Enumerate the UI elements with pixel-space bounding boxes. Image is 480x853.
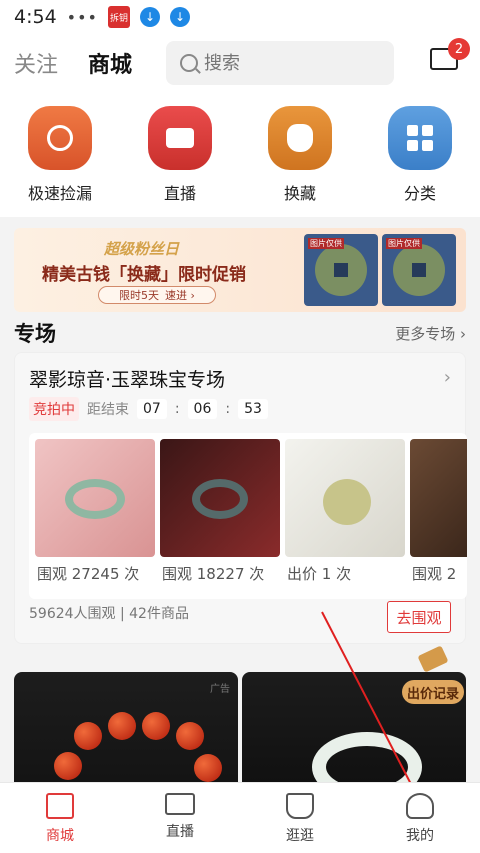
coin-image-2: 图片仅供 xyxy=(382,234,456,306)
tab-bar-label: 我的 xyxy=(406,828,434,844)
section-header: 专场 更多专场 › xyxy=(14,318,466,348)
countdown-seconds: 53 xyxy=(238,399,268,419)
ad-label: 广告 xyxy=(210,684,230,695)
video-camera-icon xyxy=(165,793,195,815)
tab-bar-live[interactable]: 直播 xyxy=(120,783,240,853)
product-tile-beads[interactable]: 广告 xyxy=(14,672,238,782)
item-thumb-pendant[interactable]: 出价 1 次 xyxy=(285,439,405,583)
status-time: 4:54 xyxy=(14,6,57,28)
special-card[interactable]: 翠影琼音·玉翠珠宝专场 › 竞拍中 距结束 07 : 06 : 53 围观 27… xyxy=(14,352,467,644)
item-thumb-carving[interactable]: 围观 2 xyxy=(410,439,467,583)
stopwatch-icon xyxy=(28,106,92,170)
grid-icon xyxy=(388,106,452,170)
category-label: 换藏 xyxy=(283,184,316,203)
watch-button[interactable]: 去围观 xyxy=(387,601,451,633)
bid-record-label: 出价记录 xyxy=(402,680,464,704)
category-label: 极速捡漏 xyxy=(27,184,92,203)
message-badge: 2 xyxy=(448,38,470,60)
money-bag-icon xyxy=(268,106,332,170)
tab-bar-label: 逛逛 xyxy=(286,828,314,844)
message-button[interactable]: 2 xyxy=(430,38,470,72)
coin-image: 图片仅供 xyxy=(304,234,378,306)
banner-slogan: 超级粉丝日 xyxy=(104,240,180,258)
countdown-hours: 07 xyxy=(137,399,167,419)
banner-cta[interactable]: 限时5天 速进 › xyxy=(98,286,216,304)
tab-bar-mall[interactable]: 商城 xyxy=(0,783,120,853)
top-header: 关注 商城 2 xyxy=(0,34,480,92)
bid-record-button[interactable]: 出价记录 xyxy=(402,645,464,712)
search-icon xyxy=(180,54,199,72)
auction-status: 竞拍中 距结束 07 : 06 : 53 xyxy=(29,397,268,421)
basket-icon xyxy=(286,793,314,819)
coin-tag: 图片仅供 xyxy=(308,238,344,249)
item-caption: 围观 18227 次 xyxy=(162,565,265,583)
category-exchange[interactable]: 换藏 xyxy=(250,106,350,204)
category-label: 直播 xyxy=(163,184,196,203)
app-notification-icon: 拆钥 xyxy=(107,6,130,28)
banner-headline: 精美古钱「换藏」限时促销 xyxy=(42,265,246,285)
category-label: 分类 xyxy=(403,184,436,203)
item-thumbnails: 围观 27245 次 围观 18227 次 出价 1 次 围观 2 xyxy=(29,433,467,599)
download-icon-2: ↓ xyxy=(169,7,190,27)
category-live[interactable]: 直播 xyxy=(130,106,230,204)
coin-tag: 图片仅供 xyxy=(386,238,422,249)
tab-follow[interactable]: 关注 xyxy=(14,47,58,79)
more-specials-link[interactable]: 更多专场 › xyxy=(395,323,466,344)
banner-duration: 限时5天 xyxy=(119,289,160,302)
countdown-minutes: 06 xyxy=(187,399,218,419)
section-title: 专场 xyxy=(14,322,56,346)
item-caption: 出价 1 次 xyxy=(287,565,352,583)
status-bar: 4:54 ••• 拆钥 ↓ ↓ xyxy=(0,0,480,34)
person-icon xyxy=(406,793,434,819)
status-badge: 竞拍中 xyxy=(29,397,79,421)
item-caption: 围观 2 xyxy=(412,565,457,583)
chevron-right-icon: › xyxy=(443,367,451,388)
tab-mall[interactable]: 商城 xyxy=(88,47,132,79)
special-stats: 59624人围观 | 42件商品 xyxy=(29,606,189,622)
category-classify[interactable]: 分类 xyxy=(370,106,470,204)
special-title: 翠影琼音·玉翠珠宝专场 xyxy=(29,369,226,391)
status-dots: ••• xyxy=(66,7,98,27)
item-thumb-ring[interactable]: 围观 27245 次 xyxy=(35,439,155,583)
video-camera-icon xyxy=(148,106,212,170)
tab-bar-browse[interactable]: 逛逛 xyxy=(240,783,360,853)
shop-icon xyxy=(46,793,74,819)
item-thumb-bangle[interactable]: 围观 18227 次 xyxy=(160,439,280,583)
gavel-icon xyxy=(417,645,449,673)
item-caption: 围观 27245 次 xyxy=(37,565,140,583)
tab-bar-label: 商城 xyxy=(46,828,74,844)
download-icon: ↓ xyxy=(139,7,160,27)
tab-bar-label: 直播 xyxy=(166,824,194,840)
category-row: 极速捡漏 直播 换藏 分类 xyxy=(0,92,480,217)
banner-go: 速进 › xyxy=(165,289,195,302)
search-input[interactable] xyxy=(204,52,355,74)
promo-banner[interactable]: 超级粉丝日 精美古钱「换藏」限时促销 限时5天 速进 › 图片仅供 图片仅供 xyxy=(14,228,466,312)
category-flash-deal[interactable]: 极速捡漏 xyxy=(10,106,110,204)
tab-bar-me[interactable]: 我的 xyxy=(360,783,480,853)
search-bar[interactable] xyxy=(166,41,395,85)
bottom-tab-bar: 商城 直播 逛逛 我的 xyxy=(0,782,480,853)
countdown-label: 距结束 xyxy=(87,402,129,418)
